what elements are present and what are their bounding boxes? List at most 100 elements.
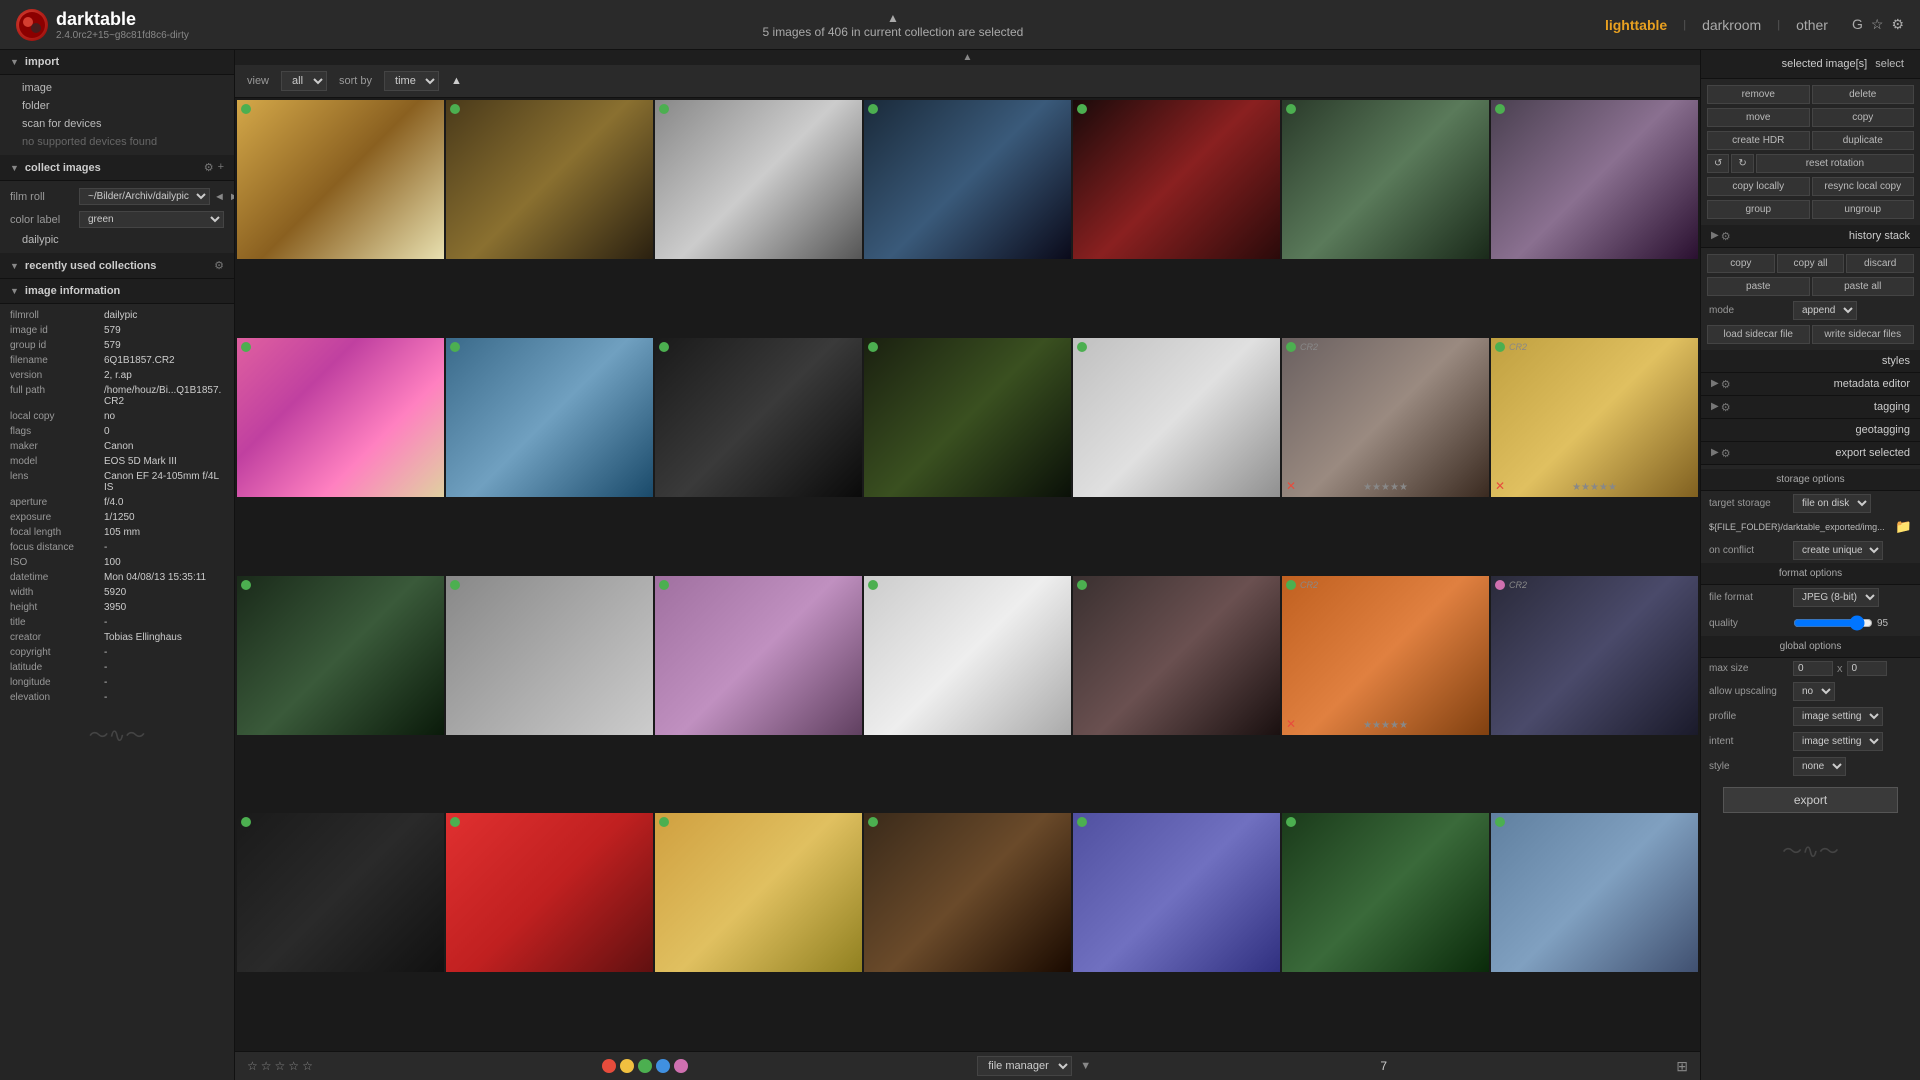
thumbnail-2[interactable] bbox=[446, 100, 653, 259]
thumbnail-17[interactable] bbox=[655, 576, 862, 735]
star-5[interactable]: ☆ bbox=[302, 1059, 313, 1073]
write-sidecar-button[interactable]: write sidecar files bbox=[1812, 325, 1915, 344]
copy-locally-button[interactable]: copy locally bbox=[1707, 177, 1810, 196]
thumbnail-25[interactable] bbox=[864, 813, 1071, 972]
thumbnail-8[interactable] bbox=[237, 338, 444, 497]
mode-select[interactable]: append bbox=[1793, 301, 1857, 320]
remove-button[interactable]: remove bbox=[1707, 85, 1810, 104]
tab-darkroom[interactable]: darkroom bbox=[1694, 13, 1769, 37]
storage-options-header[interactable]: storage options bbox=[1701, 469, 1920, 491]
star-2[interactable]: ☆ bbox=[261, 1059, 272, 1073]
film-roll-nav-left[interactable]: ◄ bbox=[214, 191, 225, 203]
collection-name[interactable]: dailypic bbox=[0, 231, 234, 249]
format-options-header[interactable]: format options bbox=[1701, 563, 1920, 585]
history-copy-button[interactable]: copy bbox=[1707, 254, 1775, 273]
file-format-select[interactable]: JPEG (8-bit) bbox=[1793, 588, 1879, 607]
star-filter[interactable]: ☆ ☆ ☆ ☆ ☆ bbox=[247, 1059, 313, 1073]
resync-local-copy-button[interactable]: resync local copy bbox=[1812, 177, 1915, 196]
allow-upscaling-select[interactable]: no bbox=[1793, 682, 1835, 701]
intent-select[interactable]: image settings bbox=[1793, 732, 1883, 751]
import-image[interactable]: image bbox=[0, 79, 234, 97]
metadata-section-header[interactable]: ▶ ⚙ metadata editor bbox=[1701, 373, 1920, 396]
color-red[interactable] bbox=[602, 1059, 616, 1073]
copy-button[interactable]: copy bbox=[1812, 108, 1915, 127]
collect-add-icon[interactable]: + bbox=[218, 161, 224, 174]
view-mode-select[interactable]: file manager bbox=[977, 1056, 1072, 1076]
thumbnail-24[interactable] bbox=[655, 813, 862, 972]
tab-other[interactable]: other bbox=[1788, 13, 1836, 37]
import-folder[interactable]: folder bbox=[0, 97, 234, 115]
thumbnail-5[interactable] bbox=[1073, 100, 1280, 259]
tagging-settings-icon[interactable]: ⚙ bbox=[1721, 401, 1731, 414]
max-size-height[interactable] bbox=[1847, 661, 1887, 676]
thumbnail-1[interactable] bbox=[237, 100, 444, 259]
quality-slider[interactable] bbox=[1793, 613, 1873, 633]
sort-direction[interactable]: ▲ bbox=[451, 75, 462, 87]
thumbnail-3[interactable] bbox=[655, 100, 862, 259]
color-green[interactable] bbox=[638, 1059, 652, 1073]
thumbnail-15[interactable] bbox=[237, 576, 444, 735]
sort-select[interactable]: time bbox=[384, 71, 439, 91]
star-3[interactable]: ☆ bbox=[275, 1059, 286, 1073]
move-button[interactable]: move bbox=[1707, 108, 1810, 127]
thumbnail-20[interactable]: CR2✕★★★★★ bbox=[1282, 576, 1489, 735]
tagging-section-header[interactable]: ▶ ⚙ tagging bbox=[1701, 396, 1920, 419]
export-section-header[interactable]: ▶ ⚙ export selected bbox=[1701, 442, 1920, 465]
thumbnail-9[interactable] bbox=[446, 338, 653, 497]
thumbnail-19[interactable] bbox=[1073, 576, 1280, 735]
star-4[interactable]: ☆ bbox=[288, 1059, 299, 1073]
collect-settings-icon[interactable]: ⚙ bbox=[204, 161, 214, 174]
history-section-header[interactable]: ▶ ⚙ history stack bbox=[1701, 225, 1920, 248]
thumbnail-7[interactable] bbox=[1491, 100, 1698, 259]
select-button[interactable]: select bbox=[1867, 54, 1912, 74]
thumbnail-18[interactable] bbox=[864, 576, 1071, 735]
target-storage-select[interactable]: file on disk bbox=[1793, 494, 1871, 513]
thumbnail-27[interactable] bbox=[1282, 813, 1489, 972]
color-label-select[interactable]: green bbox=[79, 211, 224, 228]
metadata-settings-icon[interactable]: ⚙ bbox=[1721, 378, 1731, 391]
color-yellow[interactable] bbox=[620, 1059, 634, 1073]
star-icon[interactable]: ☆ bbox=[1871, 16, 1884, 33]
top-collapse-arrow[interactable]: ▲ bbox=[887, 11, 899, 25]
ungroup-button[interactable]: ungroup bbox=[1812, 200, 1915, 219]
thumbnail-28[interactable] bbox=[1491, 813, 1698, 972]
collect-section-header[interactable]: ▼ collect images ⚙ + bbox=[0, 155, 234, 181]
styles-section-header[interactable]: styles bbox=[1701, 350, 1920, 373]
recently-section-header[interactable]: ▼ recently used collections ⚙ bbox=[0, 253, 234, 279]
thumbnail-21[interactable]: CR2 bbox=[1491, 576, 1698, 735]
view-mode-expand[interactable]: ▼ bbox=[1080, 1060, 1091, 1072]
top-collapse-bar[interactable]: ▲ bbox=[235, 50, 1700, 65]
thumbnail-22[interactable] bbox=[237, 813, 444, 972]
group-button[interactable]: group bbox=[1707, 200, 1810, 219]
duplicate-button[interactable]: duplicate bbox=[1812, 131, 1915, 150]
export-button[interactable]: export bbox=[1723, 787, 1898, 813]
thumbnail-6[interactable] bbox=[1282, 100, 1489, 259]
layout-button[interactable]: ⊞ bbox=[1676, 1058, 1688, 1075]
rotate-ccw-button[interactable]: ↺ bbox=[1707, 154, 1729, 173]
recently-settings-icon[interactable]: ⚙ bbox=[214, 259, 224, 272]
profile-select[interactable]: image settings bbox=[1793, 707, 1883, 726]
history-paste-all-button[interactable]: paste all bbox=[1812, 277, 1915, 296]
view-select[interactable]: all bbox=[281, 71, 327, 91]
color-blue[interactable] bbox=[656, 1059, 670, 1073]
film-roll-select[interactable]: ~/Bilder/Archiv/dailypic bbox=[79, 188, 210, 205]
history-settings-icon[interactable]: ⚙ bbox=[1721, 230, 1731, 243]
thumbnail-23[interactable] bbox=[446, 813, 653, 972]
star-1[interactable]: ☆ bbox=[247, 1059, 258, 1073]
export-settings-icon[interactable]: ⚙ bbox=[1721, 447, 1731, 460]
image-info-section-header[interactable]: ▼ image information bbox=[0, 279, 234, 304]
settings-icon[interactable]: ⚙ bbox=[1891, 16, 1904, 33]
create-hdr-button[interactable]: create HDR bbox=[1707, 131, 1810, 150]
style-select[interactable]: none bbox=[1793, 757, 1846, 776]
thumbnail-10[interactable] bbox=[655, 338, 862, 497]
on-conflict-select[interactable]: create unique filename bbox=[1793, 541, 1883, 560]
thumbnail-11[interactable] bbox=[864, 338, 1071, 497]
scan-for-devices[interactable]: scan for devices bbox=[0, 115, 234, 133]
geotagging-section-header[interactable]: geotagging bbox=[1701, 419, 1920, 442]
history-discard-button[interactable]: discard bbox=[1846, 254, 1914, 273]
thumbnail-26[interactable] bbox=[1073, 813, 1280, 972]
rotate-cw-button[interactable]: ↻ bbox=[1731, 154, 1753, 173]
import-section-header[interactable]: ▼ import bbox=[0, 50, 234, 75]
delete-button[interactable]: delete bbox=[1812, 85, 1915, 104]
reset-rotation-button[interactable]: reset rotation bbox=[1756, 154, 1914, 173]
